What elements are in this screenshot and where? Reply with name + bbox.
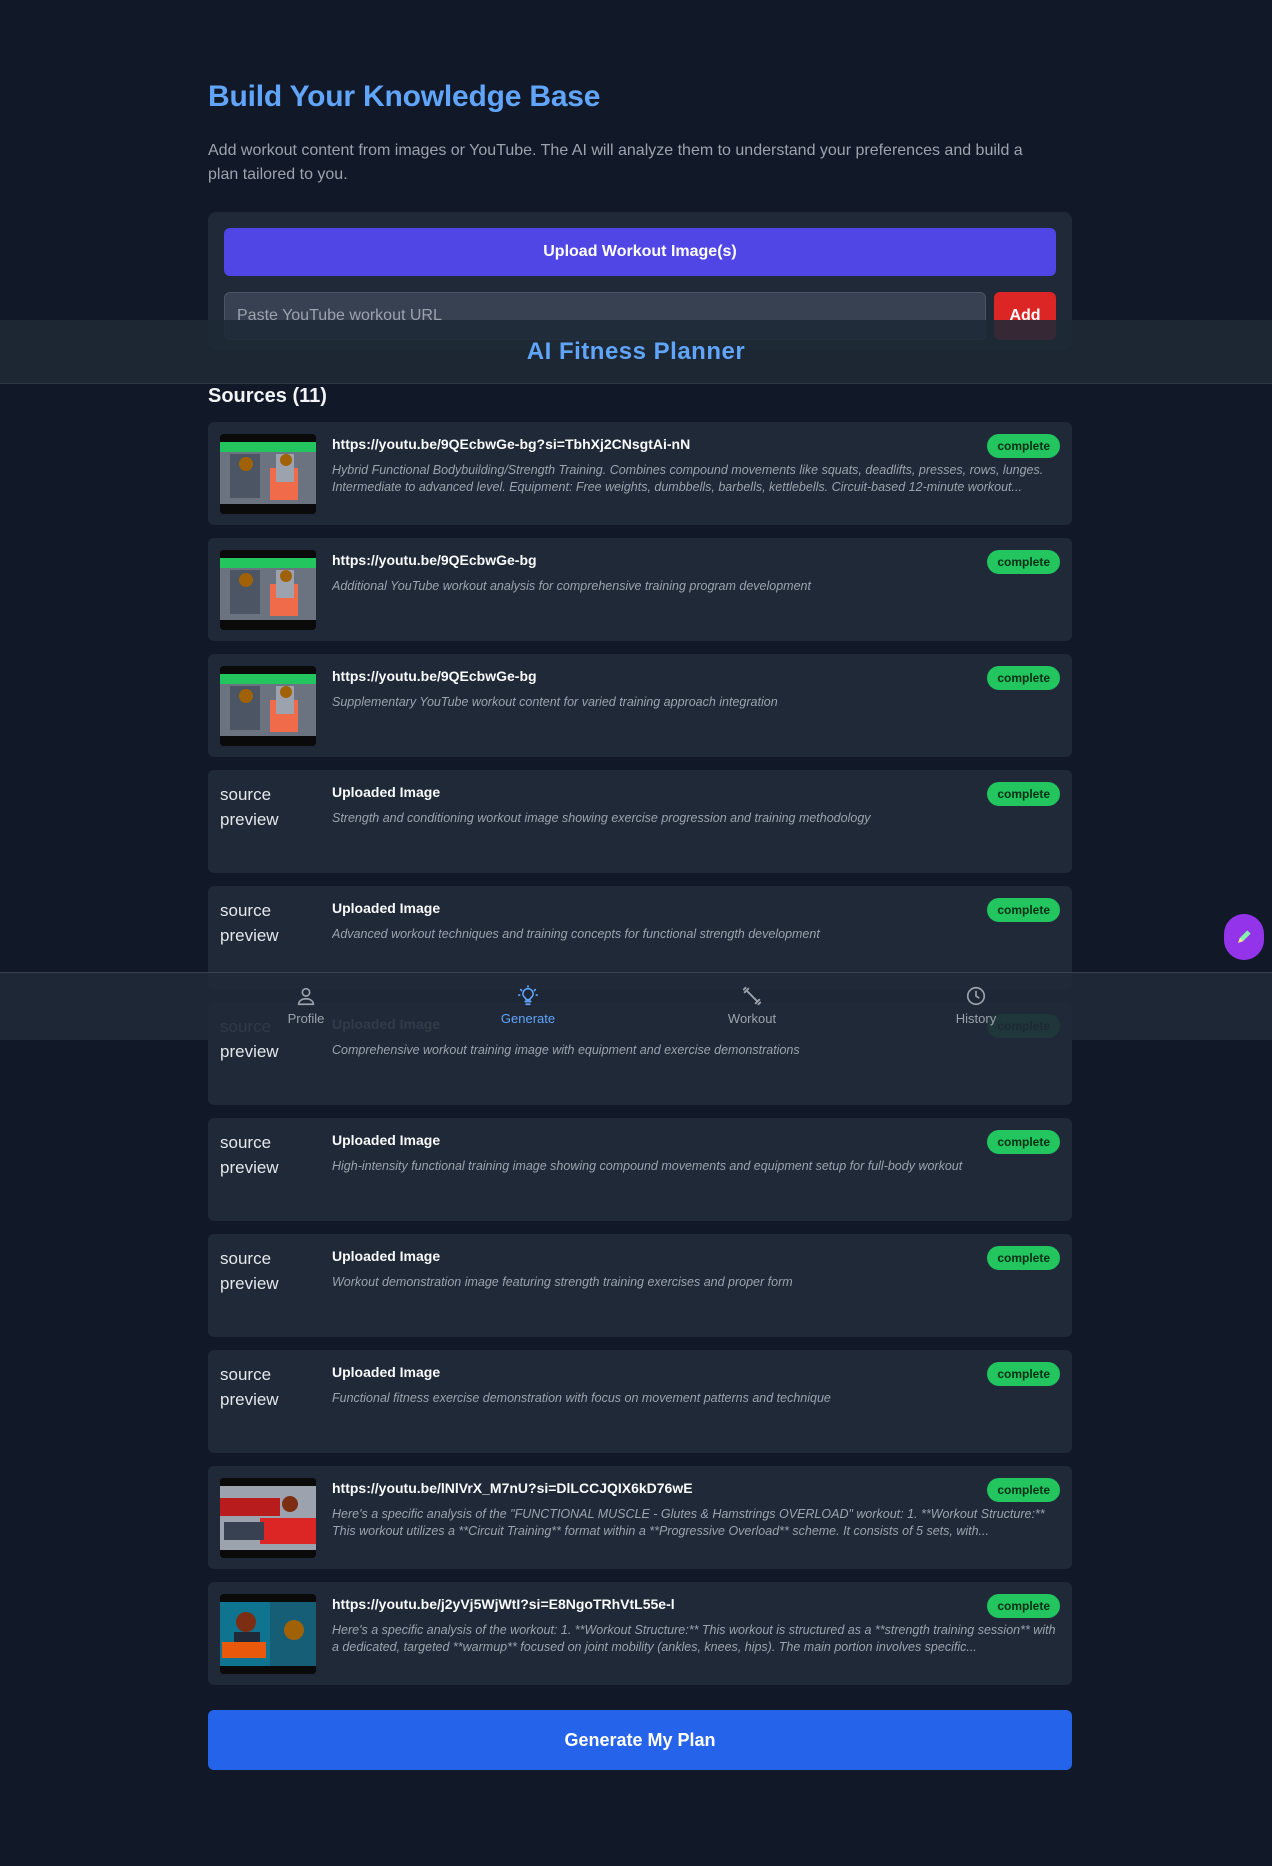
status-badge: complete: [987, 666, 1060, 690]
source-card[interactable]: source preview Uploaded Image Functional f…: [208, 1350, 1072, 1453]
source-title[interactable]: https://youtu.be/j2yVj5WjWtI?si=E8NgoTRh…: [332, 1596, 675, 1612]
nav-label: Workout: [727, 1011, 777, 1026]
status-badge: complete: [987, 434, 1060, 458]
page-description: Add workout content from images or YouTu…: [208, 142, 1023, 183]
lightbulb-icon: [518, 985, 538, 1006]
source-card[interactable]: https://youtu.be/9QEcbwGe-bg Supplementar…: [208, 654, 1072, 757]
source-card[interactable]: https://youtu.be/9QEcbwGe-bg?si=TbhXj2CN…: [208, 422, 1072, 525]
status-badge: complete: [987, 1130, 1060, 1154]
status-badge: complete: [987, 1594, 1060, 1618]
source-card[interactable]: source preview Uploaded Image Strength and…: [208, 770, 1072, 873]
sources-list: https://youtu.be/9QEcbwGe-bg?si=TbhXj2CN…: [208, 422, 1072, 1698]
video-thumbnail: [220, 1594, 316, 1674]
sources-heading: Sources (11): [208, 385, 327, 407]
source-description: Here's a specific analysis of the "FUNCT…: [332, 1507, 1045, 1538]
source-description: Supplementary YouTube workout content fo…: [332, 695, 778, 709]
source-card[interactable]: https://youtu.be/j2yVj5WjWtI?si=E8NgoTRh…: [208, 1582, 1072, 1685]
source-title[interactable]: https://youtu.be/9QEcbwGe-bg: [332, 552, 537, 568]
nav-label: History: [955, 1011, 997, 1026]
source-card[interactable]: source preview Uploaded Image High-intensi…: [208, 1118, 1072, 1221]
bottom-nav: Profile Generate Workout History: [0, 972, 1272, 1040]
source-card[interactable]: https://youtu.be/lNlVrX_M7nU?si=DlLCCJQI…: [208, 1466, 1072, 1569]
source-description: Workout demonstration image featuring st…: [332, 1275, 793, 1289]
broken-image-preview: source preview: [220, 1365, 279, 1409]
source-description: Comprehensive workout training image wit…: [332, 1043, 800, 1057]
nav-item-profile[interactable]: Profile: [256, 985, 356, 1026]
source-description: High-intensity functional training image…: [332, 1159, 963, 1173]
clock-icon: [966, 986, 986, 1006]
source-title: Uploaded Image: [332, 1364, 441, 1380]
source-card[interactable]: https://youtu.be/9QEcbwGe-bg Additional Y…: [208, 538, 1072, 641]
nav-label: Generate: [500, 1011, 556, 1026]
pencil-icon: [1238, 930, 1251, 943]
upload-images-button[interactable]: Upload Workout Image(s): [224, 228, 1056, 276]
nav-item-workout[interactable]: Workout: [702, 985, 802, 1026]
source-description: Hybrid Functional Bodybuilding/Strength …: [332, 463, 1044, 494]
edit-fab-button[interactable]: [1224, 914, 1264, 960]
person-icon: [297, 987, 315, 1006]
video-thumbnail: [220, 434, 316, 514]
source-title[interactable]: https://youtu.be/9QEcbwGe-bg?si=TbhXj2CN…: [332, 436, 690, 452]
broken-image-preview: source preview: [220, 1249, 279, 1293]
source-card[interactable]: source preview Uploaded Image Workout demo…: [208, 1234, 1072, 1337]
source-description: Functional fitness exercise demonstratio…: [332, 1391, 831, 1405]
source-title: Uploaded Image: [332, 1132, 441, 1148]
status-badge: complete: [987, 898, 1060, 922]
generate-plan-button[interactable]: Generate My Plan: [208, 1710, 1072, 1770]
status-badge: complete: [987, 782, 1060, 806]
status-badge: complete: [987, 1478, 1060, 1502]
status-badge: complete: [987, 550, 1060, 574]
page-title: Build Your Knowledge Base: [208, 80, 601, 113]
status-badge: complete: [987, 1246, 1060, 1270]
broken-image-preview: source preview: [220, 785, 279, 829]
nav-label: Profile: [287, 1011, 325, 1026]
nav-item-history[interactable]: History: [926, 985, 1026, 1026]
video-thumbnail: [220, 1478, 316, 1558]
broken-image-preview: source preview: [220, 1133, 279, 1177]
source-title: Uploaded Image: [332, 900, 441, 916]
source-title[interactable]: https://youtu.be/lNlVrX_M7nU?si=DlLCCJQI…: [332, 1480, 693, 1496]
nav-item-generate[interactable]: Generate: [478, 985, 578, 1026]
source-title: Uploaded Image: [332, 784, 441, 800]
source-description: Here's a specific analysis of the workou…: [332, 1623, 1056, 1654]
source-description: Advanced workout techniques and training…: [332, 927, 820, 941]
broken-image-preview: source preview: [220, 901, 279, 945]
dumbbell-icon: [742, 986, 762, 1006]
app-header: AI Fitness Planner: [0, 320, 1272, 384]
source-description: Additional YouTube workout analysis for …: [332, 579, 811, 593]
video-thumbnail: [220, 666, 316, 746]
source-description: Strength and conditioning workout image …: [332, 811, 871, 825]
status-badge: complete: [987, 1362, 1060, 1386]
app-title: AI Fitness Planner: [526, 337, 746, 365]
source-title[interactable]: https://youtu.be/9QEcbwGe-bg: [332, 668, 537, 684]
video-thumbnail: [220, 550, 316, 630]
source-title: Uploaded Image: [332, 1248, 441, 1264]
